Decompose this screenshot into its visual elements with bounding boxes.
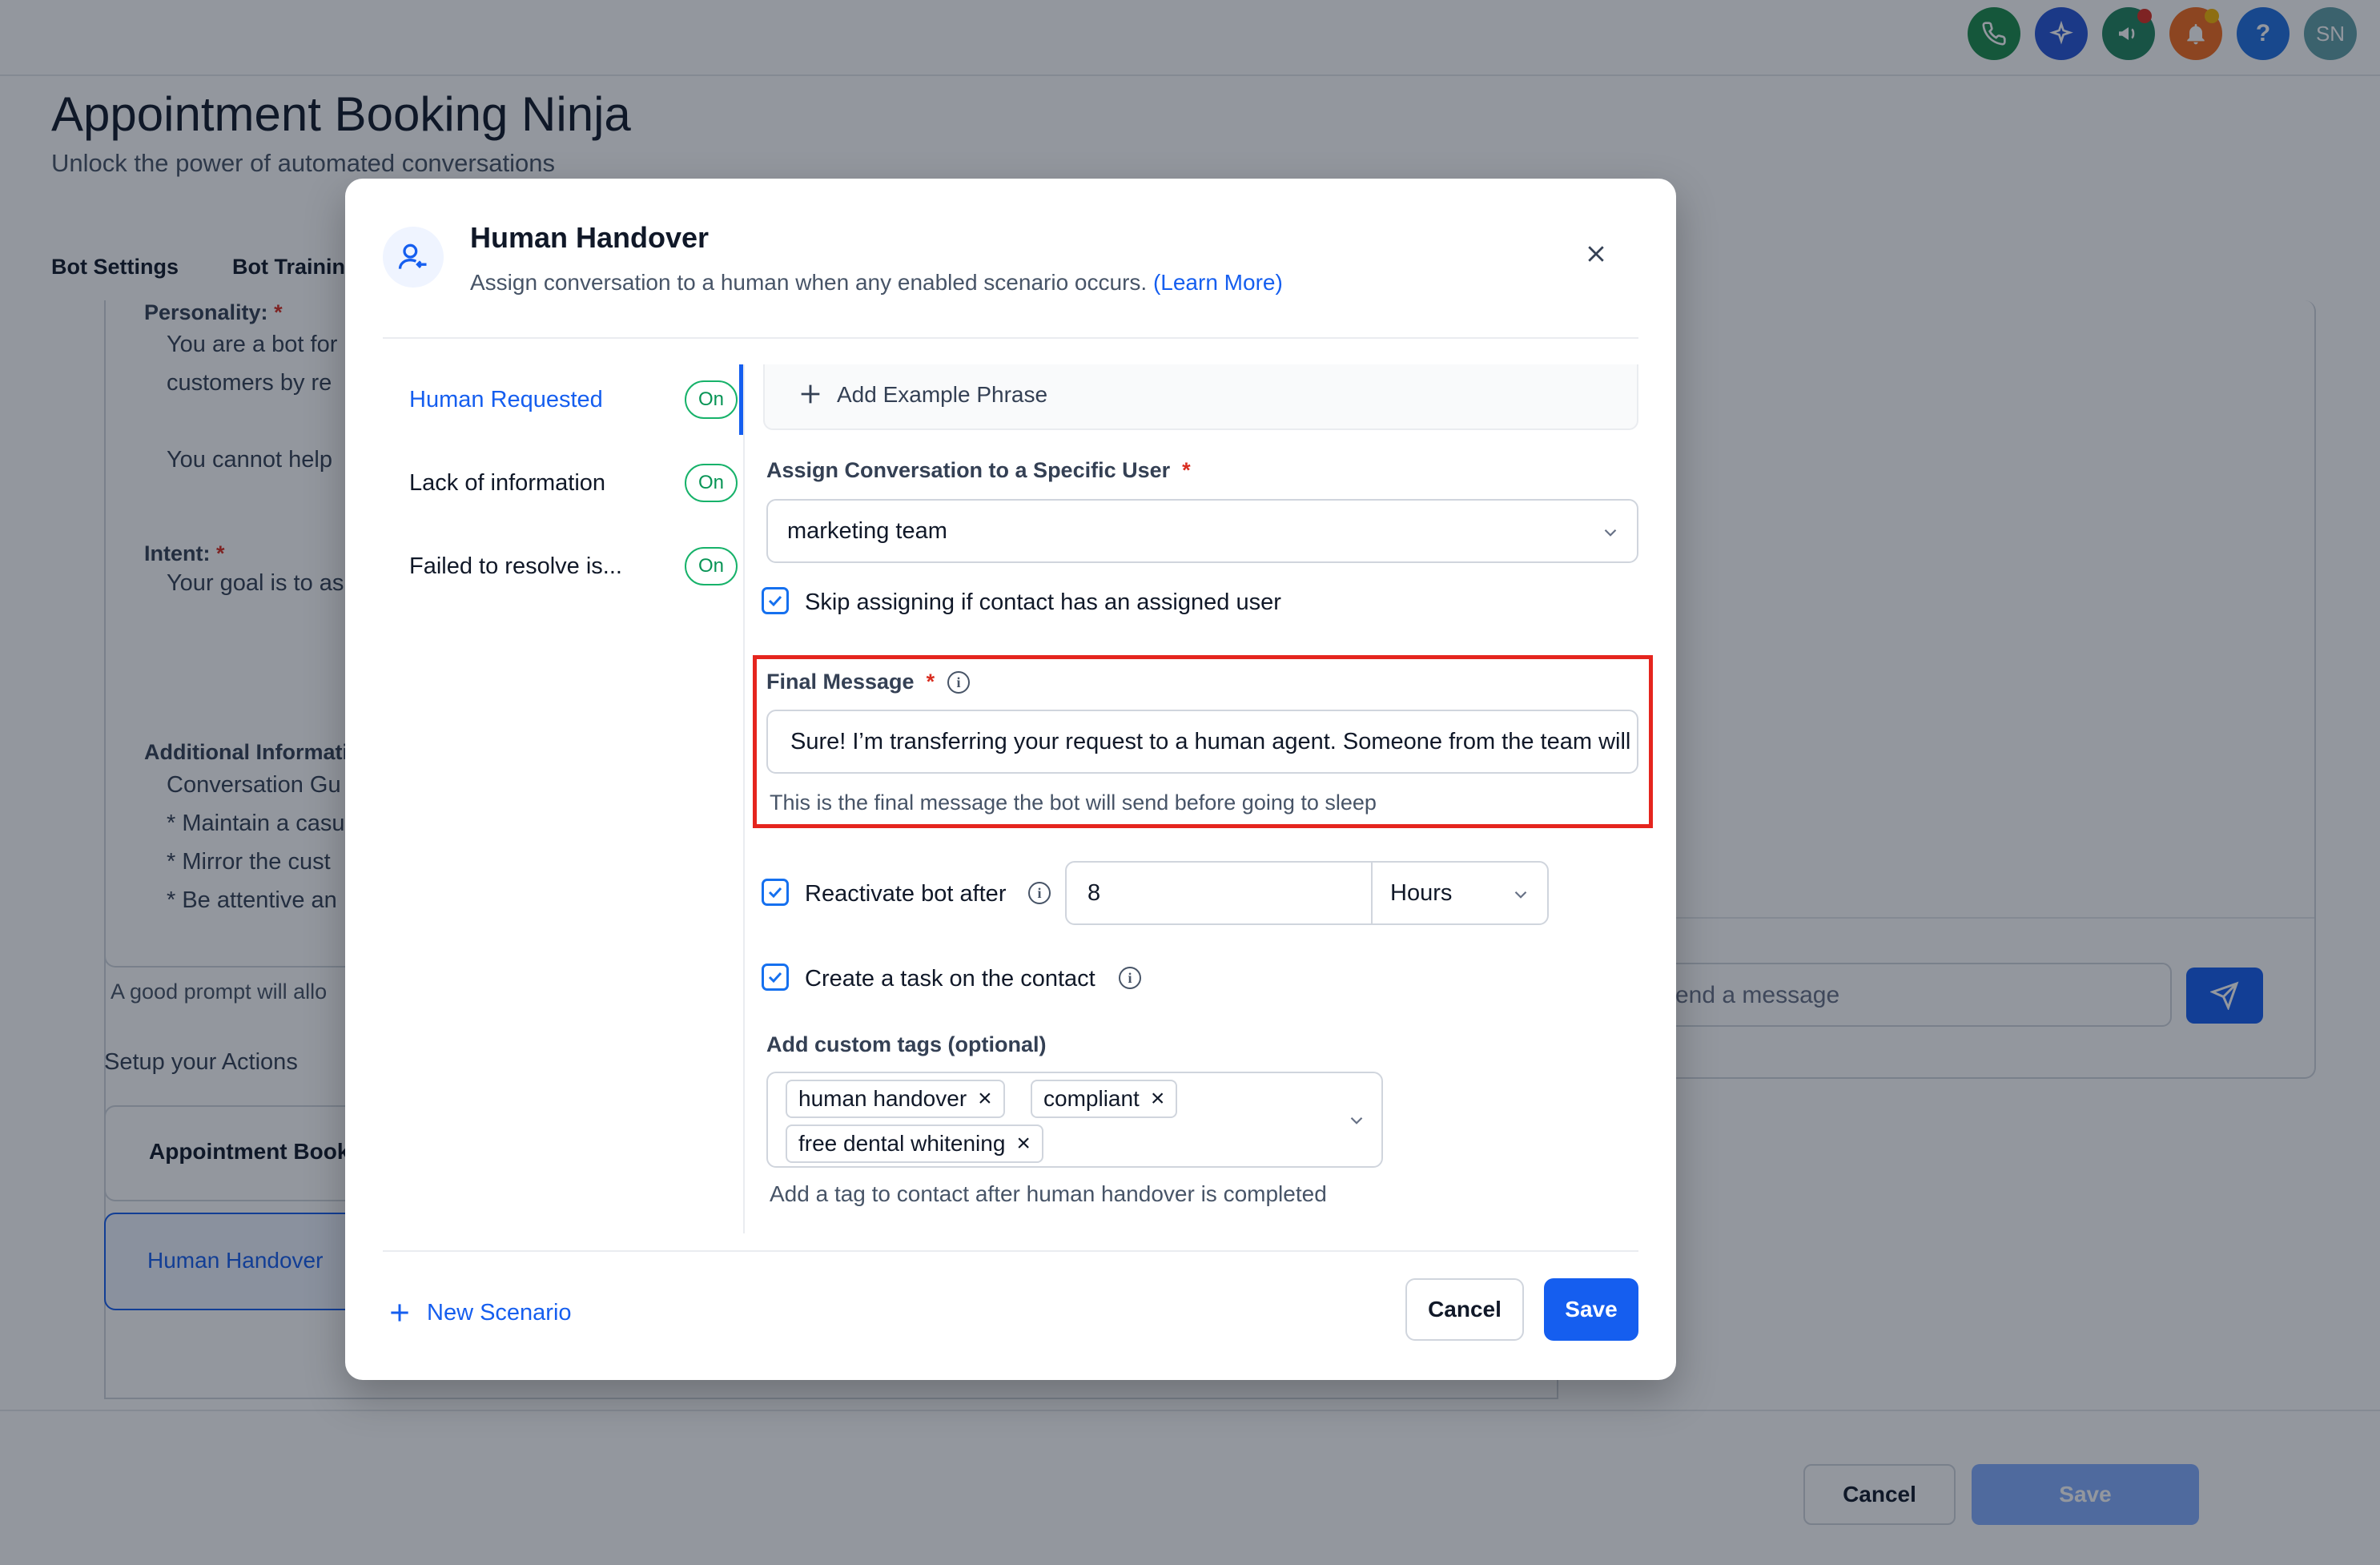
chevron-down-icon	[1604, 529, 1617, 537]
scenario-human-requested[interactable]: Human Requested On	[409, 368, 738, 432]
custom-tags-hint: Add a tag to contact after human handove…	[770, 1181, 1327, 1206]
final-message-hint: This is the final message the bot will s…	[770, 791, 1377, 815]
cancel-button[interactable]: Cancel	[1405, 1278, 1524, 1341]
chevron-down-icon	[1350, 1116, 1363, 1124]
assign-user-label: Assign Conversation to a Specific User *	[766, 458, 1191, 482]
info-icon[interactable]: i	[947, 671, 970, 694]
reactivate-bot-label: Reactivate bot after	[805, 881, 1007, 907]
scenario-failed-to-resolve[interactable]: Failed to resolve is... On	[409, 534, 738, 598]
scenario-status-toggle[interactable]: On	[685, 464, 738, 502]
custom-tags-label: Add custom tags (optional)	[766, 1032, 1047, 1056]
footer-divider	[383, 1250, 1638, 1252]
tag-chip: compliant ×	[1031, 1080, 1178, 1118]
final-message-input[interactable]: Sure! I’m transferring your request to a…	[766, 710, 1638, 774]
modal-title: Human Handover	[470, 221, 710, 254]
header-divider	[383, 337, 1638, 339]
info-icon[interactable]: i	[1028, 882, 1051, 904]
user-handover-icon	[383, 227, 444, 288]
tag-chip: free dental whitening ×	[786, 1124, 1043, 1163]
human-handover-modal: Human Handover Assign conversation to a …	[345, 179, 1676, 1380]
close-icon[interactable]: ×	[1151, 1087, 1165, 1111]
learn-more-link[interactable]: (Learn More)	[1153, 270, 1283, 295]
modal-subtitle: Assign conversation to a human when any …	[470, 270, 1283, 295]
skip-assigning-label: Skip assigning if contact has an assigne…	[805, 589, 1281, 615]
custom-tags-select[interactable]: human handover × compliant × free dental w…	[766, 1072, 1383, 1168]
new-scenario-button[interactable]: New Scenario	[387, 1292, 572, 1334]
tag-chip: human handover ×	[786, 1080, 1005, 1118]
close-icon[interactable]	[1578, 236, 1614, 272]
create-task-checkbox[interactable]	[762, 964, 789, 991]
create-task-label: Create a task on the contact	[805, 966, 1096, 992]
close-icon[interactable]: ×	[1016, 1132, 1031, 1156]
check-icon	[768, 887, 782, 899]
plus-icon	[391, 1304, 408, 1322]
close-icon[interactable]: ×	[978, 1087, 992, 1111]
scenario-status-toggle[interactable]: On	[685, 380, 738, 419]
scenario-status-toggle[interactable]: On	[685, 547, 738, 585]
reactivate-bot-checkbox[interactable]	[762, 879, 789, 906]
reactivate-unit-select[interactable]: Hours	[1371, 861, 1549, 925]
check-icon	[768, 972, 782, 984]
check-icon	[768, 595, 782, 607]
info-icon[interactable]: i	[1119, 967, 1141, 989]
save-button[interactable]: Save	[1544, 1278, 1638, 1341]
chevron-down-icon	[1514, 891, 1527, 899]
skip-assigning-checkbox[interactable]	[762, 587, 789, 614]
scenarios-divider	[743, 364, 745, 1233]
reactivate-hours-input[interactable]: 8	[1065, 861, 1373, 925]
assign-user-select[interactable]: marketing team	[766, 499, 1638, 563]
add-example-phrase-button[interactable]: Add Example Phrase	[763, 364, 1638, 430]
final-message-label: Final Message *	[766, 670, 935, 694]
scenario-lack-of-information[interactable]: Lack of information On	[409, 451, 738, 515]
plus-icon	[801, 384, 820, 404]
